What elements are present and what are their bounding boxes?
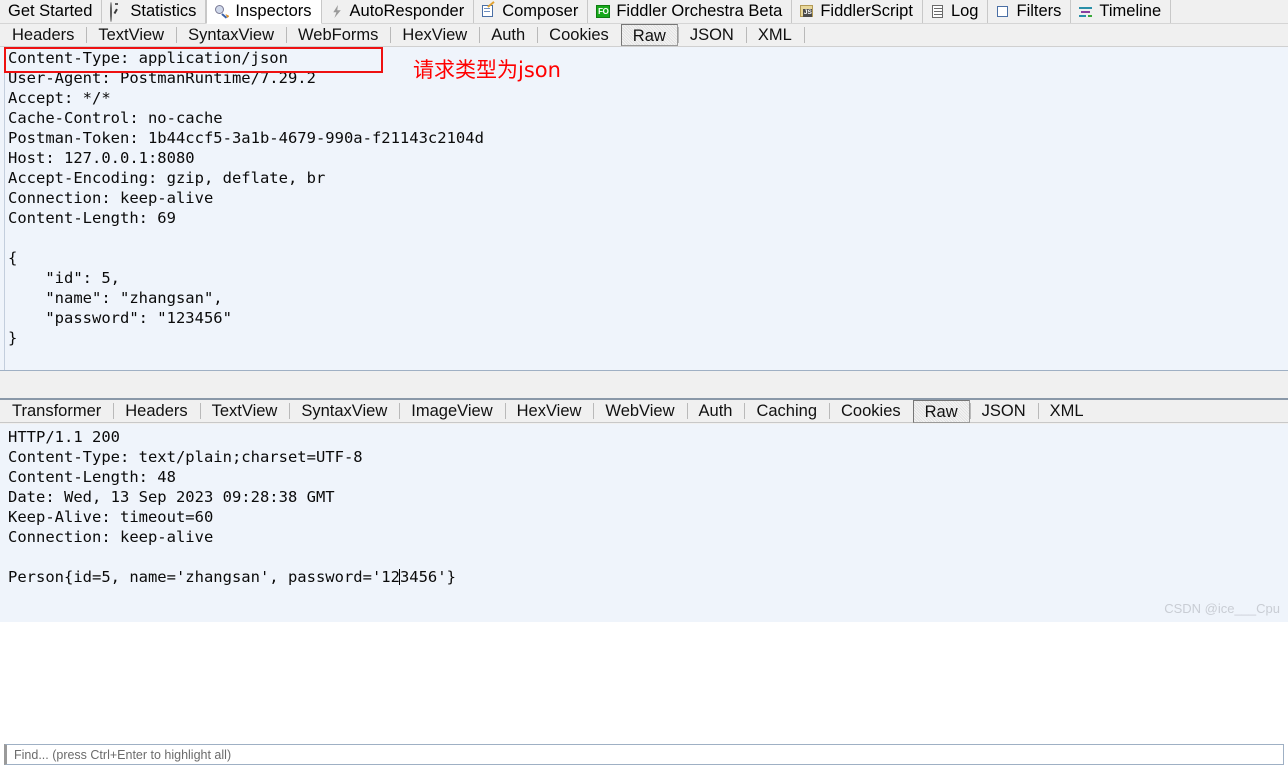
response-tab-json[interactable]: JSON	[969, 400, 1038, 423]
timeline-icon	[1079, 4, 1094, 19]
response-raw-pane[interactable]: HTTP/1.1 200 Content-Type: text/plain;ch…	[0, 424, 1288, 622]
request-tab-textview[interactable]: TextView	[86, 24, 176, 46]
response-tab-auth[interactable]: Auth	[686, 400, 745, 423]
request-tab-syntaxview[interactable]: SyntaxView	[176, 24, 286, 46]
request-tab-auth[interactable]: Auth	[479, 24, 537, 46]
main-tab-get-started[interactable]: Get Started	[0, 0, 103, 23]
main-tab-filters[interactable]: Filters	[988, 0, 1072, 23]
main-tab-label: Composer	[502, 2, 579, 21]
find-input[interactable]: Find... (press Ctrl+Enter to highlight a…	[4, 744, 1284, 765]
request-tab-cookies[interactable]: Cookies	[537, 24, 621, 46]
response-tab-imageview[interactable]: ImageView	[399, 400, 504, 423]
request-tab-json[interactable]: JSON	[677, 24, 746, 46]
response-tab-hexview[interactable]: HexView	[504, 400, 594, 423]
main-tab-composer[interactable]: Composer	[474, 0, 589, 23]
response-tab-raw[interactable]: Raw	[912, 399, 970, 423]
main-tab-label: FiddlerScript	[820, 2, 913, 21]
main-tab-label: Statistics	[130, 2, 197, 21]
response-tab-syntaxview[interactable]: SyntaxView	[289, 400, 399, 423]
response-tab-caching[interactable]: Caching	[744, 400, 829, 423]
script-icon: JS	[800, 4, 815, 19]
main-tab-label: Timeline	[1099, 2, 1162, 21]
response-body-before-caret: Person{id=5, name='zhangsan', password='…	[8, 568, 400, 586]
main-tab-log[interactable]: Log	[923, 0, 989, 23]
fo-badge-icon: FO	[596, 5, 611, 18]
annotation-note: 请求类型为json	[413, 58, 561, 82]
response-tab-xml[interactable]: XML	[1037, 400, 1096, 423]
request-tab-raw[interactable]: Raw	[620, 24, 678, 46]
response-raw-head: HTTP/1.1 200 Content-Type: text/plain;ch…	[8, 428, 363, 546]
request-tab-overflow	[803, 24, 833, 46]
request-pane-gutter	[0, 47, 5, 370]
watermark: CSDN @ice___Cpu	[1164, 601, 1280, 616]
main-tab-statistics[interactable]: Statistics	[102, 0, 207, 23]
response-tab-webview[interactable]: WebView	[593, 400, 686, 423]
request-raw-text: Content-Type: application/json User-Agen…	[8, 49, 484, 347]
main-tab-label: AutoResponder	[349, 2, 465, 21]
request-tab-headers[interactable]: Headers	[0, 24, 86, 46]
find-placeholder: Find... (press Ctrl+Enter to highlight a…	[14, 747, 232, 762]
request-tab-hexview[interactable]: HexView	[390, 24, 479, 46]
main-tab-fiddler-orchestra-beta[interactable]: FO Fiddler Orchestra Beta	[588, 0, 793, 23]
fiddler-window: Get Started Statistics Inspectors AutoRe…	[0, 0, 1288, 765]
main-tab-label: Filters	[1016, 2, 1062, 21]
stopwatch-icon	[110, 2, 125, 22]
response-tab-headers[interactable]: Headers	[113, 400, 199, 423]
bolt-icon	[330, 4, 345, 19]
checkbox-icon	[996, 4, 1011, 19]
main-tab-label: Get Started	[8, 2, 93, 21]
response-tab-transformer[interactable]: Transformer	[0, 400, 113, 423]
main-tab-inspectors[interactable]: Inspectors	[206, 0, 322, 24]
request-tab-webforms[interactable]: WebForms	[286, 24, 390, 46]
log-icon	[931, 4, 946, 19]
compose-icon	[482, 1, 497, 19]
response-tabstrip: Transformer Headers TextView SyntaxView …	[0, 398, 1288, 423]
main-tab-fiddlerscript[interactable]: JS FiddlerScript	[792, 0, 923, 23]
request-raw-pane[interactable]: Content-Type: application/json User-Agen…	[0, 47, 1288, 371]
find-bar-area: Find... (press Ctrl+Enter to highlight a…	[0, 371, 1288, 765]
response-raw-text: HTTP/1.1 200 Content-Type: text/plain;ch…	[8, 427, 456, 587]
response-body-after-caret: 3456'}	[399, 568, 456, 586]
magnifier-icon	[215, 4, 230, 19]
main-tab-autoresponder[interactable]: AutoResponder	[322, 0, 475, 23]
response-tab-cookies[interactable]: Cookies	[829, 400, 913, 423]
main-tab-label: Fiddler Orchestra Beta	[616, 2, 783, 21]
main-tab-timeline[interactable]: Timeline	[1071, 0, 1172, 23]
request-tabstrip: Headers TextView SyntaxView WebForms Hex…	[0, 24, 1288, 47]
main-tab-label: Log	[950, 2, 979, 21]
main-tabstrip: Get Started Statistics Inspectors AutoRe…	[0, 0, 1288, 24]
response-tab-textview[interactable]: TextView	[199, 400, 290, 423]
main-tab-label: Inspectors	[235, 2, 312, 21]
request-tab-xml[interactable]: XML	[745, 24, 804, 46]
